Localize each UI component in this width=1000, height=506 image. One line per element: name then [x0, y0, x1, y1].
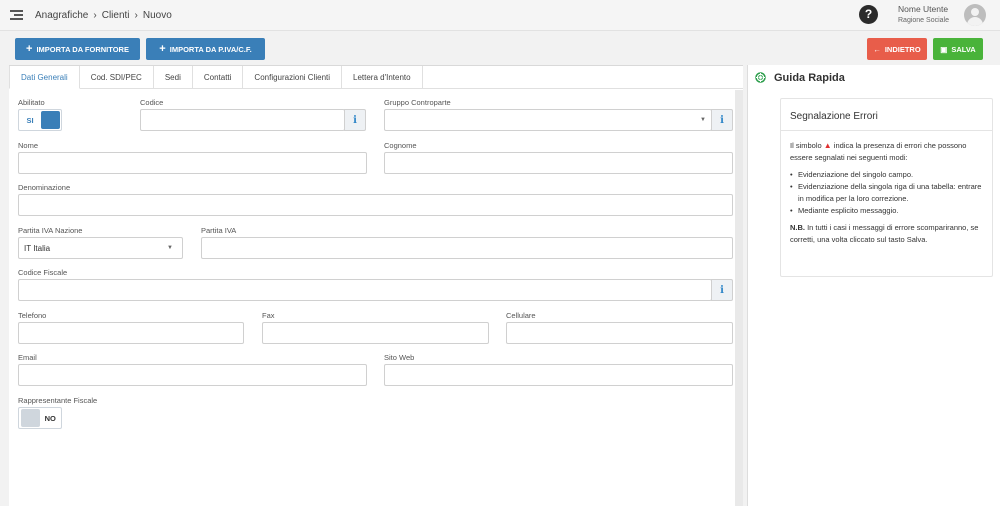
- guide-box-title: Segnalazione Errori: [790, 111, 878, 122]
- tab-lettera-intento[interactable]: Lettera d'Intento: [342, 66, 423, 89]
- toggle-knob: [21, 409, 40, 427]
- cellulare-input[interactable]: [506, 322, 733, 344]
- import-vat-button[interactable]: + IMPORTA DA P.IVA/C.F.: [146, 38, 265, 60]
- nome-input[interactable]: [18, 152, 367, 174]
- question-icon[interactable]: ?: [859, 5, 878, 24]
- breadcrumb-separator: ›: [134, 10, 138, 21]
- abilitato-label: Abilitato: [18, 98, 45, 107]
- guide-panel: Guida Rapida Segnalazione Errori Il simb…: [747, 65, 1000, 506]
- info-icon[interactable]: i: [711, 279, 733, 301]
- sito-web-label: Sito Web: [384, 353, 415, 362]
- tab-sedi[interactable]: Sedi: [153, 66, 193, 89]
- user-company: Ragione Sociale: [898, 17, 949, 24]
- arrow-left-icon: ←: [873, 44, 881, 54]
- toggle-knob: [41, 111, 60, 129]
- codice-input[interactable]: [140, 109, 345, 131]
- breadcrumb-item-clienti[interactable]: Clienti: [102, 10, 130, 21]
- guide-title: Guida Rapida: [774, 71, 845, 84]
- menu-icon[interactable]: [10, 10, 23, 21]
- info-icon[interactable]: i: [344, 109, 366, 131]
- plus-icon: +: [26, 43, 33, 55]
- tab-configurazioni-clienti[interactable]: Configurazioni Clienti: [243, 66, 343, 89]
- denominazione-input[interactable]: [18, 194, 733, 216]
- sito-web-input[interactable]: [384, 364, 733, 386]
- user-avatar-icon[interactable]: [964, 4, 986, 26]
- piva-nazione-select[interactable]: IT Italia: [18, 237, 183, 259]
- tab-cod-sdi-pec[interactable]: Cod. SDI/PEC: [79, 66, 154, 89]
- tab-bar: Dati Generali Cod. SDI/PEC Sedi Contatti…: [9, 66, 423, 89]
- cellulare-label: Cellulare: [506, 311, 536, 320]
- lifebuoy-icon: [755, 72, 766, 83]
- piva-label: Partita IVA: [201, 226, 237, 235]
- breadcrumb-item-nuovo: Nuovo: [142, 10, 172, 21]
- tab-contatti[interactable]: Contatti: [192, 66, 244, 89]
- guide-list: Evidenziazione del singolo campo. Eviden…: [790, 169, 983, 217]
- rappresentante-label: Rappresentante Fiscale: [18, 396, 98, 405]
- codice-label: Codice: [140, 98, 164, 107]
- back-button[interactable]: ← INDIETRO: [867, 38, 927, 60]
- top-bar: Anagrafiche › Clienti › Nuovo ? Nome Ute…: [0, 0, 1000, 31]
- cognome-label: Cognome: [384, 141, 417, 150]
- codice-fiscale-input[interactable]: [18, 279, 712, 301]
- codice-fiscale-label: Codice Fiscale: [18, 268, 68, 277]
- chevron-down-icon: ▼: [167, 245, 173, 251]
- info-icon[interactable]: i: [711, 109, 733, 131]
- breadcrumb: Anagrafiche › Clienti › Nuovo: [35, 10, 172, 21]
- telefono-label: Telefono: [18, 311, 47, 320]
- fax-input[interactable]: [262, 322, 489, 344]
- guide-box: Segnalazione Errori Il simbolo ▲ indica …: [780, 98, 993, 277]
- chevron-down-icon: ▼: [700, 117, 706, 123]
- fax-label: Fax: [262, 311, 275, 320]
- rappresentante-toggle[interactable]: NO: [18, 407, 62, 429]
- denominazione-label: Denominazione: [18, 183, 71, 192]
- gruppo-label: Gruppo Controparte: [384, 98, 451, 107]
- abilitato-toggle[interactable]: SI: [18, 109, 62, 131]
- scrollbar[interactable]: [735, 90, 743, 506]
- email-input[interactable]: [18, 364, 367, 386]
- tab-dati-generali[interactable]: Dati Generali: [9, 66, 80, 89]
- main-panel: Dati Generali Cod. SDI/PEC Sedi Contatti…: [9, 65, 743, 506]
- piva-input[interactable]: [201, 237, 733, 259]
- user-name[interactable]: Nome Utente: [898, 4, 948, 14]
- list-item: Mediante esplicito messaggio.: [790, 205, 983, 217]
- telefono-input[interactable]: [18, 322, 244, 344]
- email-label: Email: [18, 353, 37, 362]
- nome-label: Nome: [18, 141, 39, 150]
- breadcrumb-separator: ›: [93, 10, 97, 21]
- list-item: Evidenziazione della singola riga di una…: [790, 181, 983, 205]
- breadcrumb-item-anagrafiche[interactable]: Anagrafiche: [35, 10, 88, 21]
- import-supplier-button[interactable]: + IMPORTA DA FORNITORE: [15, 38, 140, 60]
- guide-intro: Il simbolo ▲ indica la presenza di error…: [790, 141, 967, 162]
- warning-icon: ▲: [823, 141, 832, 150]
- list-item: Evidenziazione del singolo campo.: [790, 169, 983, 181]
- gruppo-select[interactable]: [384, 109, 712, 131]
- guide-note: N.B. In tutti i casi i messaggi di error…: [790, 223, 979, 244]
- plus-icon: +: [159, 43, 166, 55]
- guide-header: Guida Rapida: [748, 65, 1000, 90]
- save-icon: ▣: [940, 44, 948, 54]
- cognome-input[interactable]: [384, 152, 733, 174]
- save-button[interactable]: ▣ SALVA: [933, 38, 983, 60]
- piva-nazione-label: Partita IVA Nazione: [18, 226, 83, 235]
